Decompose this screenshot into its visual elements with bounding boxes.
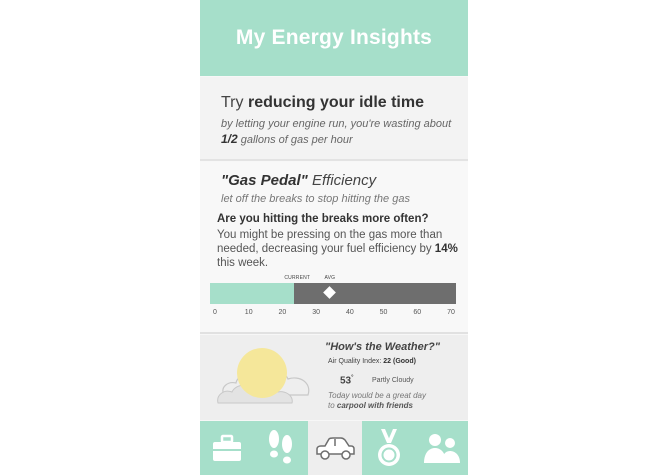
footprints-icon bbox=[269, 430, 292, 464]
idle-tip-subtitle: by letting your engine run, you're wasti… bbox=[221, 118, 452, 146]
bar-tick-label: 0 bbox=[213, 309, 217, 316]
bar-label-current: CURRENT bbox=[284, 275, 311, 281]
medal-icon bbox=[378, 429, 400, 466]
tab-briefcase[interactable] bbox=[200, 421, 254, 475]
weather-title: "How's the Weather?" bbox=[325, 341, 440, 353]
app-screen: My Energy Insights Try reducing your idl… bbox=[200, 0, 468, 475]
tab-footprints[interactable] bbox=[254, 421, 308, 475]
bar-tick-label: 30 bbox=[312, 309, 321, 316]
app-header: My Energy Insights bbox=[200, 0, 468, 76]
idle-tip-title: Try reducing your idle time bbox=[221, 94, 424, 111]
weather-condition: Partly Cloudy bbox=[372, 377, 414, 384]
bottom-tab-bar bbox=[200, 421, 468, 475]
gas-pedal-subtitle: let off the breaks to stop hitting the g… bbox=[221, 193, 410, 205]
bar-tick-label: 20 bbox=[278, 309, 287, 316]
bar-label-avg: AVG bbox=[324, 275, 336, 281]
bar-tick-label: 10 bbox=[244, 309, 253, 316]
average-marker-icon bbox=[323, 286, 336, 299]
gas-pedal-body: You might be pressing on the gas more th… bbox=[217, 229, 458, 269]
tab-car[interactable] bbox=[308, 421, 362, 475]
briefcase-icon bbox=[213, 434, 241, 461]
air-quality-text: Air Quality Index: 22 (Good) bbox=[328, 358, 416, 365]
people-icon bbox=[424, 434, 460, 463]
bar-tick-label: 70 bbox=[447, 309, 455, 316]
bar-tick-label: 40 bbox=[345, 309, 354, 316]
bar-tick-label: 60 bbox=[413, 309, 422, 316]
sun-cloud-icon bbox=[217, 348, 310, 404]
weather-recommendation: Today would be a great day to carpool wi… bbox=[328, 391, 426, 410]
tab-medal[interactable] bbox=[362, 421, 416, 475]
temperature-value: 53° bbox=[340, 375, 354, 387]
bar-tick-label: 50 bbox=[379, 309, 388, 316]
efficiency-bar-current-fill bbox=[210, 283, 295, 304]
gas-pedal-question: Are you hitting the breaks more often? bbox=[217, 213, 429, 225]
car-icon bbox=[316, 437, 355, 460]
page-title: My Energy Insights bbox=[235, 26, 433, 49]
efficiency-bar bbox=[210, 283, 456, 304]
gas-pedal-title: "Gas Pedal" Efficiency bbox=[221, 172, 377, 189]
tab-people[interactable] bbox=[416, 421, 468, 475]
